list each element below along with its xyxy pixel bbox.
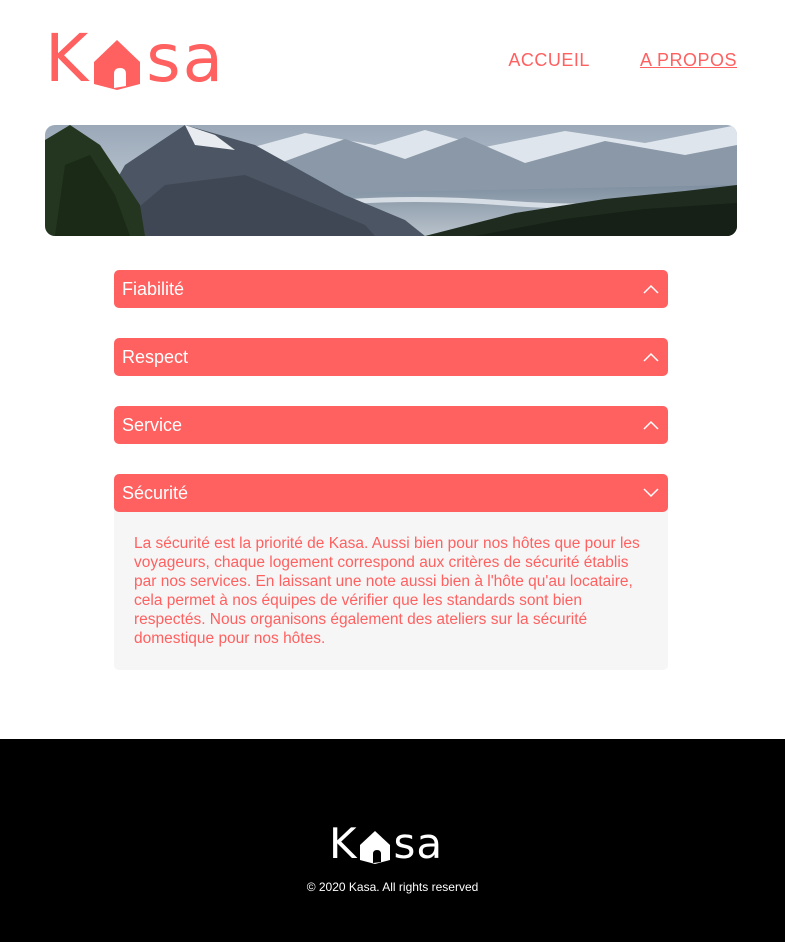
accordion-header-service[interactable]: Service [114,406,668,444]
footer-logo-letter-k: K [329,819,358,868]
header: K sa ACCUEIL A PROPOS [45,22,737,94]
accordion-header-respect[interactable]: Respect [114,338,668,376]
chevron-down-icon[interactable] [643,488,659,498]
house-icon [359,831,390,864]
chevron-up-icon[interactable] [643,420,659,430]
logo-letter-k: K [45,20,91,97]
logo-letters-sa: sa [146,20,226,97]
footer: K sa © 2020 Kasa. All rights reserved [0,739,785,942]
kasa-logo[interactable]: K sa [45,22,225,92]
accordion-content-security: La sécurité est la priorité de Kasa. Aus… [114,508,668,670]
accordion-header-security[interactable]: Sécurité [114,474,668,512]
accordion-title: Sécurité [122,482,189,503]
accordion-item: Service [114,406,668,444]
copyright-text: © 2020 Kasa. All rights reserved [306,880,479,894]
accordion-title: Service [122,414,183,435]
accordion-item: Sécurité La sécurité est la priorité de … [114,474,668,670]
chevron-up-icon[interactable] [643,352,659,362]
accordion-item: Respect [114,338,668,376]
accordion-item: Fiabilité [114,270,668,308]
values-accordion: Fiabilité Respect Service Sécurité La sé… [114,270,668,700]
footer-kasa-logo: K sa [329,819,443,865]
main-nav: ACCUEIL A PROPOS [508,50,737,71]
house-icon [94,40,141,90]
about-page: K sa ACCUEIL A PROPOS Fiabilité Respect … [0,0,785,942]
chevron-up-icon[interactable] [643,284,659,294]
nav-link-about[interactable]: A PROPOS [640,50,737,71]
about-banner-image [45,125,737,236]
nav-link-home[interactable]: ACCUEIL [508,50,590,71]
accordion-title: Fiabilité [122,278,185,299]
footer-logo-letters-sa: sa [393,819,444,868]
accordion-title: Respect [122,346,189,367]
mountain-landscape-image [45,125,737,236]
accordion-header-reliability[interactable]: Fiabilité [114,270,668,308]
